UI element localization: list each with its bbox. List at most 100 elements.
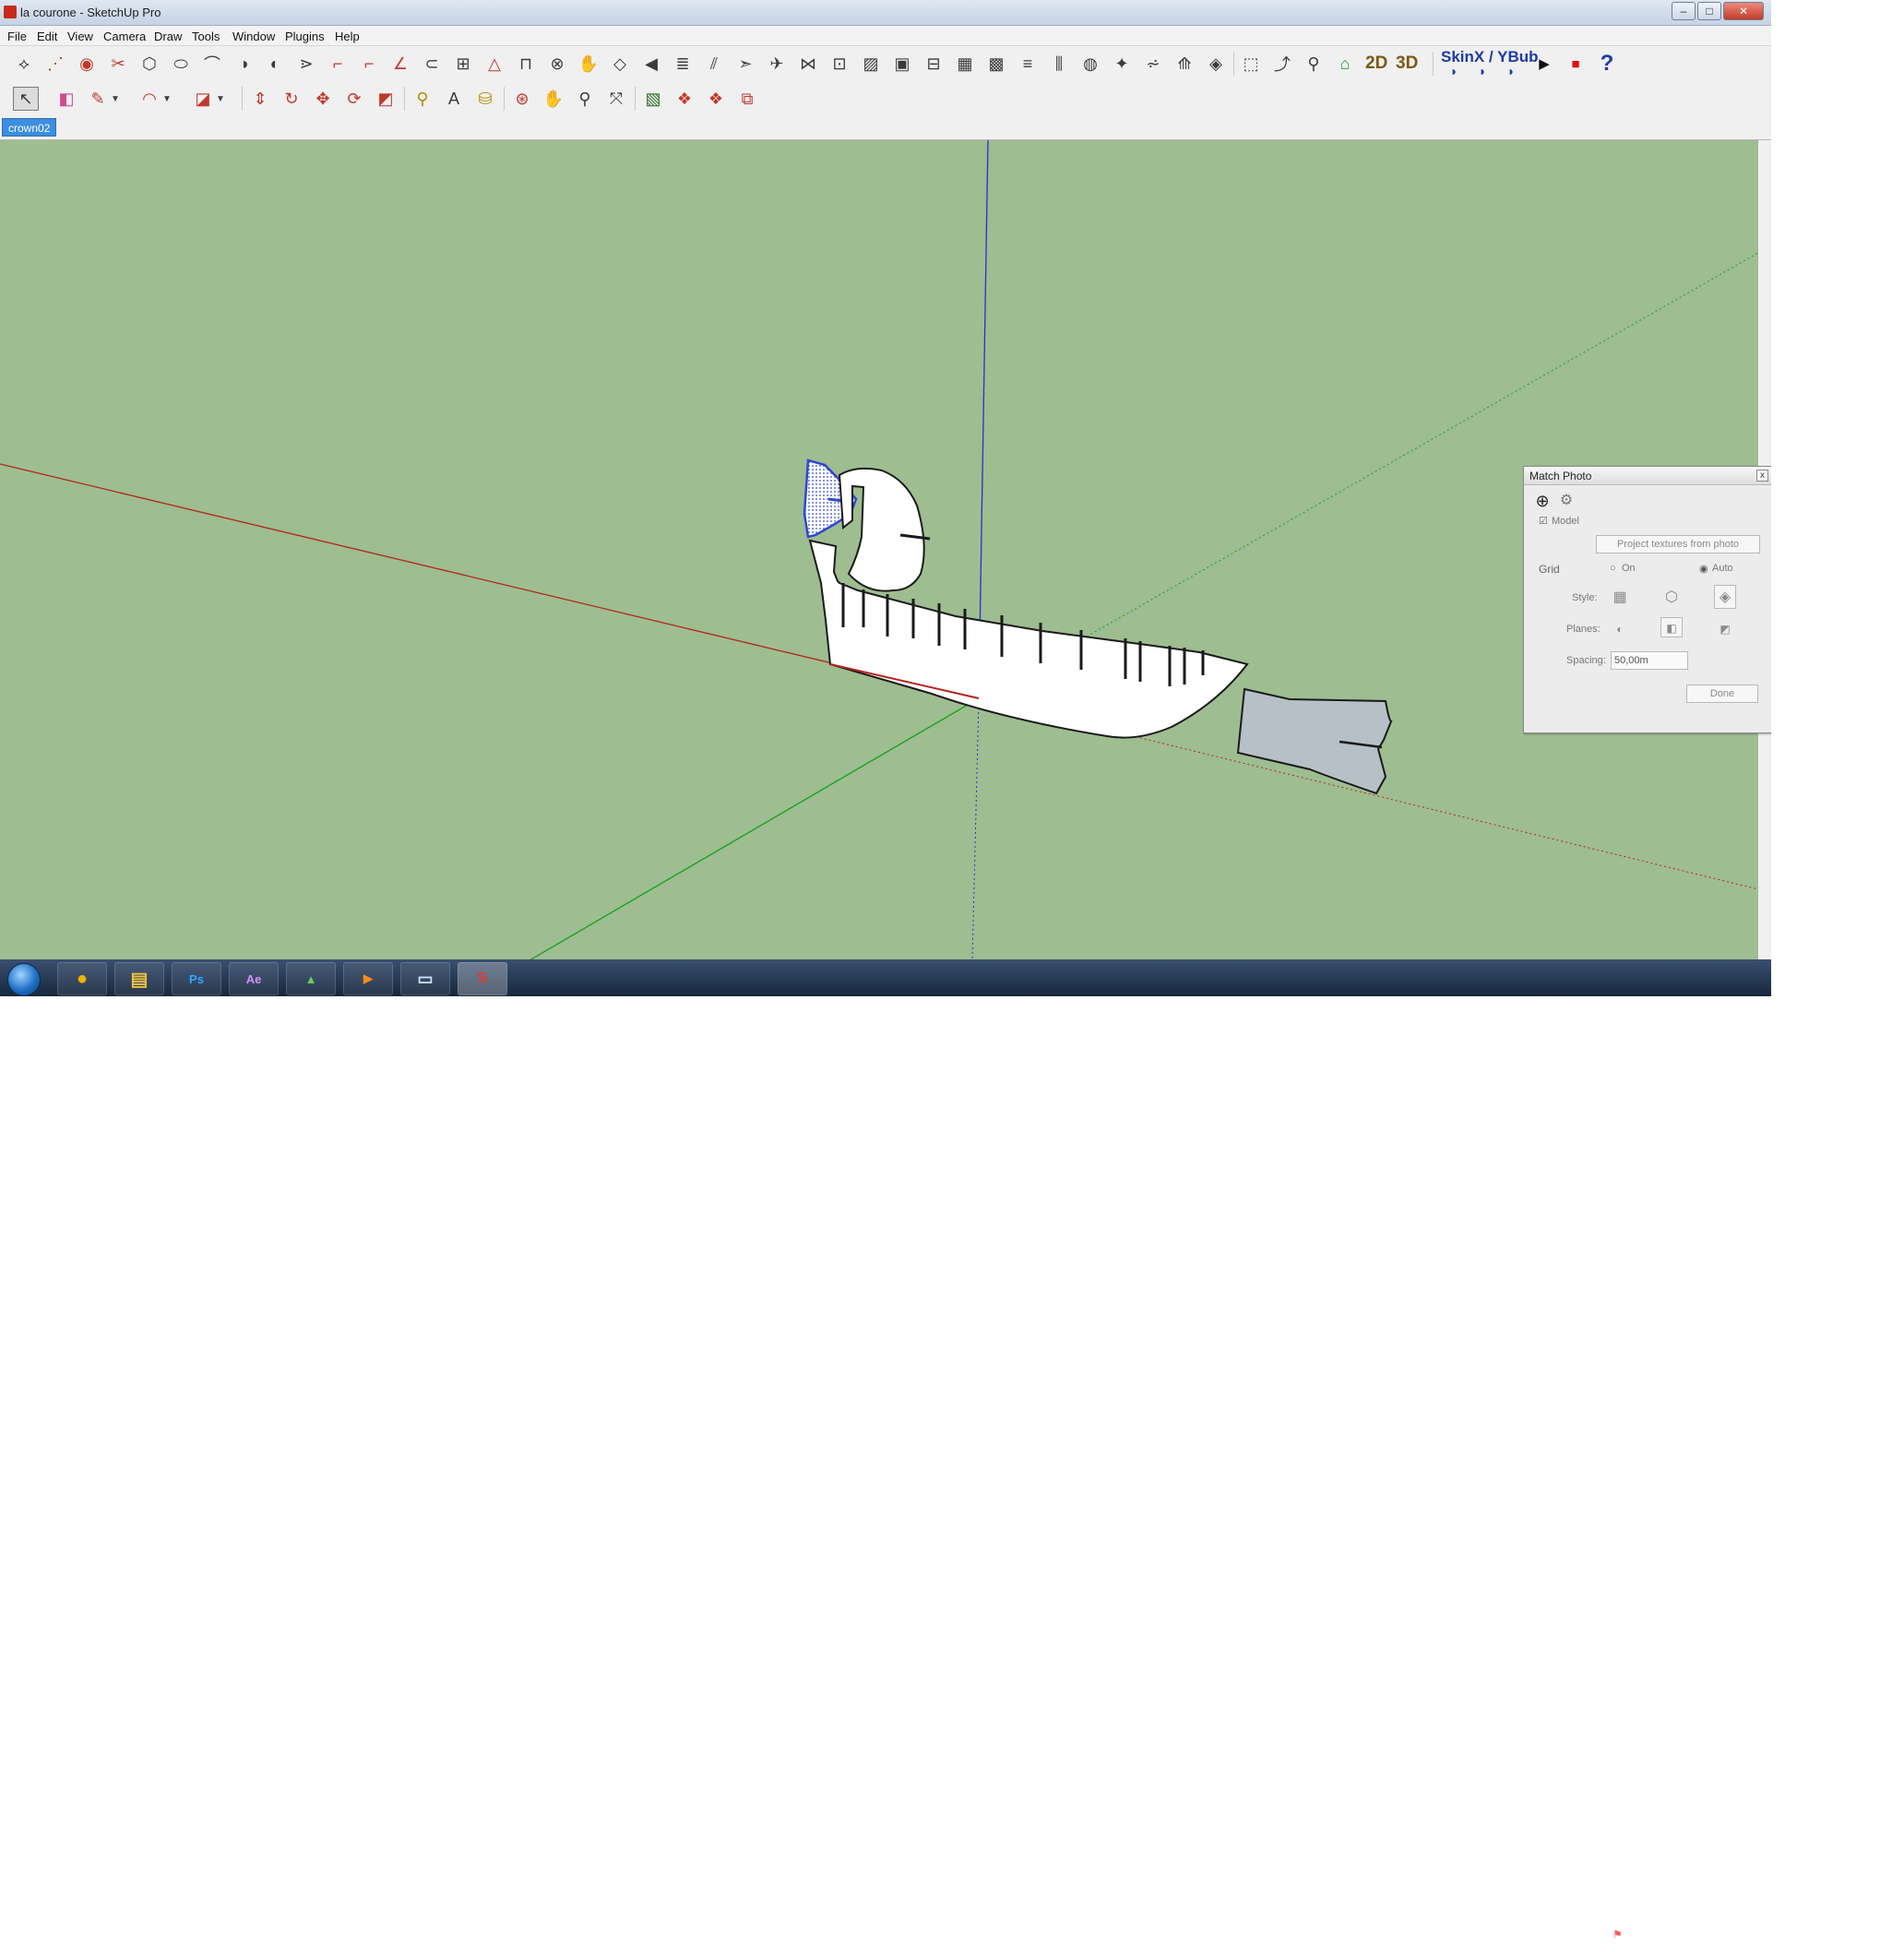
menu-edit[interactable]: Edit <box>37 30 57 43</box>
hand-icon[interactable]: ✋ <box>576 52 601 76</box>
media-player-taskbar-button[interactable]: ▶ <box>343 962 393 995</box>
plane-icon[interactable]: ✈ <box>764 52 790 76</box>
green-app-taskbar-button[interactable]: ▲ <box>286 962 336 995</box>
lines-icon[interactable]: ≡ <box>1015 52 1041 76</box>
frame-icon[interactable]: ⊟ <box>921 52 946 76</box>
settings-gear-icon[interactable]: ⚙ <box>1555 491 1577 511</box>
eraser-icon[interactable]: ◧ <box>54 87 79 111</box>
menu-tools[interactable]: Tools <box>192 30 220 43</box>
skin-icon[interactable]: ◗ <box>1441 63 1467 79</box>
menu-draw[interactable]: Draw <box>154 30 182 43</box>
mesh-icon[interactable]: ⊗ <box>544 52 570 76</box>
chrome-taskbar-button[interactable]: ● <box>57 962 107 995</box>
text-icon[interactable]: A <box>441 87 467 111</box>
skew-icon[interactable]: ⫽ <box>701 52 727 76</box>
align-icon[interactable]: ⋈ <box>795 52 821 76</box>
plane-red-blue-icon[interactable]: ◧ <box>1660 617 1683 637</box>
close-button[interactable]: ✕ <box>1723 2 1764 20</box>
star-icon[interactable]: ✦ <box>1109 52 1135 76</box>
model-canvas[interactable] <box>0 140 1758 960</box>
fold-icon[interactable]: ◀ <box>638 52 664 76</box>
zoom-icon[interactable]: ⚲ <box>572 87 598 111</box>
mode-3d-button[interactable]: 3D <box>1396 54 1418 74</box>
maximize-button[interactable]: □ <box>1697 2 1721 20</box>
pan-icon[interactable]: ✋ <box>541 87 566 111</box>
box-icon[interactable]: ⊞ <box>450 52 476 76</box>
offset-icon[interactable]: ⬡ <box>137 52 162 76</box>
tray-flag-icon[interactable]: ⚑ <box>1612 1928 1623 1941</box>
texture-icon[interactable]: ▩ <box>983 52 1009 76</box>
explorer-taskbar-button[interactable]: ▤ <box>114 962 164 995</box>
scene-tab-crown02[interactable]: crown02 <box>2 118 57 137</box>
spacing-input[interactable]: 50,00m <box>1611 651 1688 670</box>
push-pull-icon[interactable]: ⇕ <box>247 87 273 111</box>
rectangle-icon[interactable]: ◪ <box>190 87 216 111</box>
crown-piece[interactable] <box>838 467 925 592</box>
curve-tool-icon[interactable]: ⊂ <box>419 52 445 76</box>
warehouse-icon[interactable]: ▧ <box>640 87 666 111</box>
share-component-icon[interactable]: ❖ <box>703 87 729 111</box>
grid-style-outside-icon[interactable]: ◈ <box>1714 585 1736 609</box>
project-textures-button[interactable]: Project textures from photo <box>1596 535 1760 553</box>
chevron-down-icon[interactable]: ▼ <box>214 87 227 111</box>
section-icon[interactable]: ⬚ <box>1238 52 1264 76</box>
tray-volume-icon[interactable]: ◂) <box>1653 1928 1662 1941</box>
components-icon[interactable]: ❖ <box>672 87 697 111</box>
line-tool-icon[interactable]: ∠ <box>387 52 413 76</box>
menu-help[interactable]: Help <box>335 30 360 43</box>
gem-icon[interactable]: ◈ <box>1203 52 1229 76</box>
revolve-icon[interactable]: ◐ <box>262 52 288 76</box>
profile-icon[interactable]: ⊡ <box>827 52 852 76</box>
tape-measure-icon[interactable]: ⚲ <box>410 87 435 111</box>
orbit-icon[interactable]: ⊛ <box>509 87 535 111</box>
sweep-icon[interactable]: ◑ <box>231 52 256 76</box>
polyline-icon[interactable]: ⋰ <box>42 52 68 76</box>
grid-style-above-icon[interactable]: ⬡ <box>1660 588 1683 608</box>
plane-green-blue-icon[interactable]: ◩ <box>1714 619 1736 639</box>
panel-icon[interactable]: ▣ <box>889 52 915 76</box>
hatch-icon[interactable]: ▨ <box>858 52 884 76</box>
done-button[interactable]: Done <box>1686 684 1758 703</box>
minimize-button[interactable]: – <box>1672 2 1696 20</box>
menu-plugins[interactable]: Plugins <box>285 30 325 43</box>
play-icon[interactable]: ▶ <box>1531 52 1557 76</box>
chamfer-icon[interactable]: ⌐ <box>356 52 382 76</box>
fillet-icon[interactable]: ⌐ <box>325 52 351 76</box>
scale-icon[interactable]: ◩ <box>373 87 399 111</box>
face-icon[interactable]: ◇ <box>607 52 633 76</box>
sphere-icon[interactable]: ◍ <box>1077 52 1103 76</box>
stern-piece-back-face[interactable] <box>1236 687 1393 795</box>
sketchup-taskbar-button[interactable]: S <box>458 962 507 995</box>
start-button[interactable] <box>7 963 41 996</box>
grid-icon[interactable]: ▦ <box>952 52 978 76</box>
extension-icon[interactable]: ⧉ <box>734 87 760 111</box>
help-icon[interactable]: ? <box>1594 51 1620 76</box>
tray-monitor-icon[interactable]: ▭ <box>1633 1928 1643 1941</box>
eraser-curve-icon[interactable]: ◉ <box>74 52 100 76</box>
paint-bucket-icon[interactable]: ⛁ <box>472 87 498 111</box>
skin-icon[interactable]: ◗ <box>1470 63 1495 79</box>
rotate-icon[interactable]: ⟳ <box>341 87 367 111</box>
grid-style-inside-icon[interactable]: ▦ <box>1609 588 1631 608</box>
panel-close-button[interactable]: x <box>1756 470 1768 482</box>
move-icon[interactable]: ✥ <box>310 87 336 111</box>
tray-arrow-icon[interactable]: ▲ <box>1594 1928 1605 1941</box>
bridge-icon[interactable]: ⊓ <box>513 52 539 76</box>
cone-icon[interactable]: △ <box>482 52 507 76</box>
zoom-extents-icon[interactable]: ⤧ <box>603 87 629 111</box>
select-tool-icon[interactable]: ↖ <box>13 87 39 111</box>
stop-icon[interactable]: ■ <box>1563 52 1589 76</box>
cut-icon[interactable]: ✂ <box>105 52 131 76</box>
after-effects-taskbar-button[interactable]: Ae <box>229 962 279 995</box>
window-app-taskbar-button[interactable]: ▭ <box>400 962 450 995</box>
pencil-icon[interactable]: ✎ <box>85 87 111 111</box>
menu-window[interactable]: Window <box>232 30 275 43</box>
extrude-icon[interactable]: ⋗ <box>293 52 319 76</box>
menu-camera[interactable]: Camera <box>103 30 146 43</box>
mode-2d-button[interactable]: 2D <box>1365 54 1387 74</box>
menu-view[interactable]: View <box>67 30 93 43</box>
skin-icon[interactable]: ◗ <box>1498 63 1524 79</box>
arc-icon[interactable]: ◠ <box>137 87 162 111</box>
taskbar-clock[interactable]: 13:32 09/09/2014 <box>1688 1926 1762 1952</box>
chevron-down-icon[interactable]: ▼ <box>161 87 173 111</box>
